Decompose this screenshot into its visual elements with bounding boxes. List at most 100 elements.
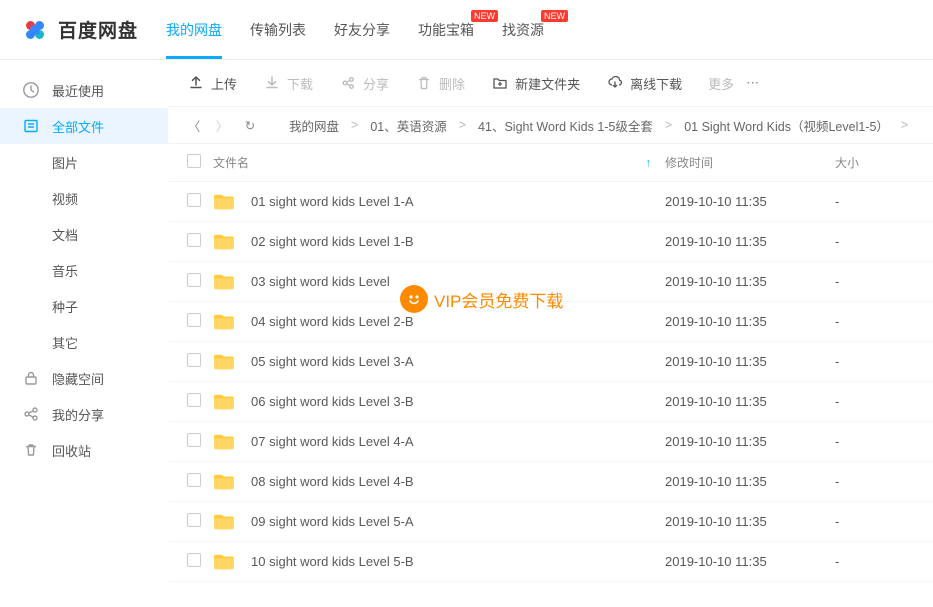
file-size: - — [835, 314, 915, 329]
row-checkbox[interactable] — [187, 433, 201, 447]
table-row[interactable]: 06 sight word kids Level 3-B 2019-10-10 1… — [169, 382, 933, 422]
file-name: 10 sight word kids Level 5-B — [251, 554, 414, 569]
sidebar-item-label: 图片 — [52, 153, 78, 172]
files-icon — [22, 117, 40, 135]
file-size: - — [835, 434, 915, 449]
tab-1[interactable]: 传输列表 — [250, 0, 306, 59]
row-checkbox[interactable] — [187, 393, 201, 407]
file-name: 05 sight word kids Level 3-A — [251, 354, 414, 369]
crumb-separator: > — [351, 118, 358, 132]
sidebar-item-label: 回收站 — [52, 441, 91, 460]
file-date: 2019-10-10 11:35 — [665, 234, 835, 249]
forward-icon[interactable]: 〉 — [215, 116, 229, 135]
folder-icon — [213, 433, 235, 451]
clock-icon — [22, 81, 40, 99]
row-checkbox[interactable] — [187, 553, 201, 567]
folder-icon — [213, 193, 235, 211]
sidebar-item-0[interactable]: 最近使用 — [0, 72, 168, 108]
crumb-separator: > — [459, 118, 466, 132]
select-all-checkbox[interactable] — [187, 154, 201, 168]
sidebar-item-10[interactable]: 回收站 — [0, 432, 168, 468]
row-checkbox[interactable] — [187, 233, 201, 247]
folder-icon — [213, 273, 235, 291]
sidebar-item-7[interactable]: 其它 — [0, 324, 168, 360]
table-row[interactable]: 09 sight word kids Level 5-A 2019-10-10 1… — [169, 502, 933, 542]
table-row[interactable]: 10 sight word kids Level 5-B 2019-10-10 1… — [169, 542, 933, 582]
file-name: 04 sight word kids Level 2-B — [251, 314, 414, 329]
file-date: 2019-10-10 11:35 — [665, 274, 835, 289]
sidebar-item-8[interactable]: 隐藏空间 — [0, 360, 168, 396]
back-icon[interactable]: 〈 — [187, 116, 201, 135]
sidebar-item-6[interactable]: 种子 — [0, 288, 168, 324]
table-row[interactable]: 07 sight word kids Level 4-A2019-10-10 1… — [169, 422, 933, 462]
tab-2[interactable]: 好友分享 — [334, 0, 390, 59]
upload-button[interactable]: 上传 — [187, 74, 237, 93]
crumb-2[interactable]: 41、Sight Word Kids 1-5级全套 — [478, 116, 653, 135]
delete-button[interactable]: 删除 — [415, 74, 465, 93]
offline-download-button[interactable]: 离线下载 — [606, 74, 682, 93]
sidebar-item-9[interactable]: 我的分享 — [0, 396, 168, 432]
file-name: 03 sight word kids Level — [251, 274, 390, 289]
crumb-1[interactable]: 01、英语资源 — [370, 116, 446, 135]
file-size: - — [835, 514, 915, 529]
row-checkbox[interactable] — [187, 313, 201, 327]
table-row[interactable]: 03 sight word kids Level 2019-10-10 11:35… — [169, 262, 933, 302]
folder-icon — [213, 393, 235, 411]
file-name: 09 sight word kids Level 5-A — [251, 514, 414, 529]
share-button[interactable]: 分享 — [339, 74, 389, 93]
sidebar-item-1[interactable]: 全部文件 — [0, 108, 168, 144]
brand-logo: 百度网盘 — [20, 15, 138, 45]
share-icon — [22, 405, 40, 423]
row-checkbox[interactable] — [187, 353, 201, 367]
tab-3[interactable]: 功能宝箱NEW — [418, 0, 474, 59]
crumb-3[interactable]: 01 Sight Word Kids（视频Level1-5） — [684, 116, 889, 135]
sidebar-item-label: 视频 — [52, 189, 78, 208]
file-name: 06 sight word kids Level 3-B — [251, 394, 414, 409]
file-date: 2019-10-10 11:35 — [665, 514, 835, 529]
sidebar-item-2[interactable]: 图片 — [0, 144, 168, 180]
download-button[interactable]: 下载 — [263, 74, 313, 93]
file-list: 01 sight word kids Level 1-A2019-10-10 1… — [169, 182, 933, 582]
file-date: 2019-10-10 11:35 — [665, 194, 835, 209]
sidebar-item-3[interactable]: 视频 — [0, 180, 168, 216]
sidebar-item-label: 文档 — [52, 225, 78, 244]
table-row[interactable]: 04 sight word kids Level 2-B2019-10-10 1… — [169, 302, 933, 342]
file-date: 2019-10-10 11:35 — [665, 394, 835, 409]
file-date: 2019-10-10 11:35 — [665, 354, 835, 369]
sort-asc-icon: ↑ — [646, 157, 652, 169]
table-row[interactable]: 05 sight word kids Level 3-A 2019-10-10 1… — [169, 342, 933, 382]
folder-icon — [213, 513, 235, 531]
trash-icon — [22, 441, 40, 459]
refresh-icon[interactable]: ↻ — [243, 118, 257, 133]
header-tabs: 我的网盘传输列表好友分享功能宝箱NEW 找资源NEW — [166, 0, 544, 59]
table-row[interactable]: 01 sight word kids Level 1-A2019-10-10 1… — [169, 182, 933, 222]
column-name[interactable]: 文件名↑ — [213, 154, 665, 171]
sidebar-item-label: 其它 — [52, 333, 78, 352]
file-size: - — [835, 474, 915, 489]
sidebar-item-label: 隐藏空间 — [52, 369, 104, 388]
file-size: - — [835, 394, 915, 409]
file-date: 2019-10-10 11:35 — [665, 554, 835, 569]
crumb-0[interactable]: 我的网盘 — [289, 116, 339, 135]
sidebar: 最近使用全部文件图片视频文档音乐种子其它隐藏空间我的分享回收站 — [0, 60, 168, 607]
tab-0[interactable]: 我的网盘 — [166, 0, 222, 59]
row-checkbox[interactable] — [187, 273, 201, 287]
new-badge: NEW — [541, 10, 568, 22]
row-checkbox[interactable] — [187, 473, 201, 487]
column-date[interactable]: 修改时间 — [665, 154, 835, 171]
table-row[interactable]: 02 sight word kids Level 1-B 2019-10-10 1… — [169, 222, 933, 262]
new-folder-button[interactable]: 新建文件夹 — [491, 74, 580, 93]
more-button[interactable]: 更多 — [708, 74, 759, 93]
sidebar-item-label: 我的分享 — [52, 405, 104, 424]
folder-icon — [213, 553, 235, 571]
sidebar-item-5[interactable]: 音乐 — [0, 252, 168, 288]
brand-name: 百度网盘 — [58, 16, 138, 43]
file-name: 02 sight word kids Level 1-B — [251, 234, 414, 249]
tab-4[interactable]: 找资源NEW — [502, 0, 544, 59]
column-size[interactable]: 大小 — [835, 154, 915, 171]
table-row[interactable]: 08 sight word kids Level 4-B2019-10-10 1… — [169, 462, 933, 502]
table-header: 文件名↑ 修改时间 大小 — [169, 144, 933, 182]
row-checkbox[interactable] — [187, 513, 201, 527]
row-checkbox[interactable] — [187, 193, 201, 207]
sidebar-item-4[interactable]: 文档 — [0, 216, 168, 252]
